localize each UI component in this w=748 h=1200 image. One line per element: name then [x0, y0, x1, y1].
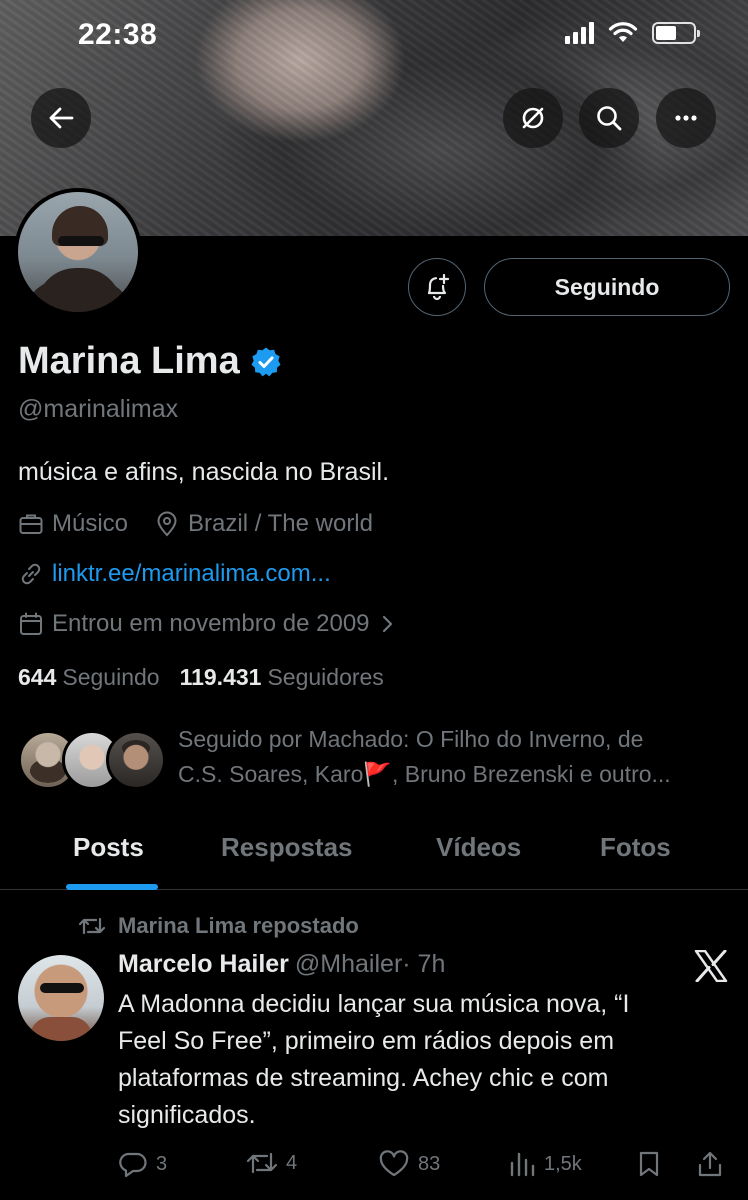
profile-joined-row[interactable]: Entrou em novembro de 2009: [18, 610, 404, 638]
profile-link[interactable]: linktr.ee/marinalima.com...: [52, 560, 331, 588]
views-count: 1,5k: [544, 1152, 582, 1175]
category-text: Músico: [52, 510, 129, 537]
repost-count: 4: [286, 1151, 298, 1174]
bar-chart-icon: [510, 1152, 535, 1177]
profile-meta-row: Músico Brazil / The world: [18, 510, 399, 538]
name-row: Marina Lima: [18, 340, 282, 383]
bookmark-icon: [639, 1151, 659, 1177]
profile-avatar[interactable]: [14, 188, 142, 316]
views-button[interactable]: 1,5k: [508, 1150, 582, 1178]
notifications-button[interactable]: [408, 258, 466, 316]
post-header: Marcelo Hailer @Mhailer · 7h: [118, 950, 445, 979]
reply-icon: [119, 1152, 147, 1178]
post-time: · 7h: [402, 950, 446, 978]
link-icon: [18, 561, 44, 587]
post-actions: 3 4 83 1,5k: [118, 1150, 730, 1182]
eye-slash-icon: [522, 107, 544, 129]
post-author-avatar[interactable]: [18, 955, 104, 1041]
heart-icon: [379, 1150, 409, 1177]
followers-label: Seguidores: [267, 664, 384, 690]
x-logo-icon: [694, 950, 728, 982]
tab-videos[interactable]: Vídeos: [436, 832, 521, 863]
wifi-icon: [608, 22, 638, 42]
reply-button[interactable]: 3: [118, 1150, 167, 1178]
share-button[interactable]: [696, 1150, 724, 1178]
search-icon: [597, 106, 622, 131]
display-name: Marina Lima: [18, 340, 240, 382]
location-text: Brazil / The world: [188, 510, 373, 537]
following-label: Seguindo: [62, 664, 160, 690]
profile-bio: música e afins, nascida no Brasil.: [18, 458, 390, 486]
profile-tabs: Posts Respostas Vídeos Fotos: [0, 820, 748, 890]
red-flag-emoji: 🚩: [363, 761, 392, 787]
repost-action-icon: [246, 1152, 278, 1174]
following-count: 644: [18, 664, 57, 690]
status-bar: 22:38: [0, 0, 748, 70]
verified-badge-icon[interactable]: [250, 346, 282, 378]
more-button[interactable]: [656, 88, 716, 148]
share-icon: [698, 1151, 722, 1177]
like-button[interactable]: 83: [378, 1150, 440, 1178]
repost-icon: [78, 917, 106, 935]
follower-avatar-3: [106, 730, 166, 790]
followed-by-text: Seguido por Machado: O Filho do Inverno,…: [178, 722, 728, 792]
more-icon: [675, 115, 697, 121]
joined-text: Entrou em novembro de 2009: [52, 610, 370, 637]
post-author-handle[interactable]: @Mhailer: [295, 950, 402, 979]
bell-plus-icon: [427, 273, 450, 301]
following-stat[interactable]: 644 Seguindo: [18, 664, 160, 691]
post-text-line3: plataformas de streaming. Achey chic e c…: [118, 1064, 609, 1092]
tab-posts[interactable]: Posts: [73, 832, 144, 863]
tab-replies[interactable]: Respostas: [221, 832, 353, 863]
followers-count: 119.431: [179, 664, 262, 690]
follow-stats: 644 Seguindo 119.431 Seguidores: [18, 664, 384, 691]
post-text: A Madonna decidiu lançar sua música nova…: [118, 986, 718, 1134]
followed-by-line2: C.S. Soares, Karo🚩, Bruno Brezenski e ou…: [178, 757, 728, 792]
profile-category: Músico: [18, 510, 128, 538]
search-button[interactable]: [579, 88, 639, 148]
cellular-signal-icon: [565, 22, 594, 44]
repost-indicator: Marina Lima repostado: [78, 913, 359, 939]
followed-by-row[interactable]: Seguido por Machado: O Filho do Inverno,…: [18, 722, 730, 800]
active-tab-indicator: [66, 884, 158, 890]
reply-count: 3: [156, 1152, 168, 1175]
followed-by-line2a: C.S. Soares, Karo: [178, 761, 364, 787]
bookmark-button[interactable]: [636, 1150, 662, 1178]
status-icons: [565, 22, 700, 44]
followers-stat[interactable]: 119.431 Seguidores: [180, 664, 384, 691]
post-text-line2: Feel So Free”, primeiro em rádios depois…: [118, 1027, 615, 1055]
followed-by-line1: Seguido por Machado: O Filho do Inverno,…: [178, 726, 644, 752]
repost-label: Marina Lima repostado: [118, 913, 359, 938]
followed-by-line2b: , Bruno Brezenski e outro...: [392, 761, 671, 787]
grok-button[interactable]: [503, 88, 563, 148]
post-text-line1: A Madonna decidiu lançar sua música nova…: [118, 990, 630, 1018]
following-button[interactable]: Seguindo: [484, 258, 730, 316]
profile-link-row: linktr.ee/marinalima.com...: [18, 560, 331, 588]
chevron-right-icon: [380, 613, 396, 635]
profile-location: Brazil / The world: [154, 510, 373, 538]
post-author-name[interactable]: Marcelo Hailer: [118, 950, 289, 979]
profile-handle: @marinalimax: [18, 395, 179, 423]
briefcase-icon: [18, 511, 44, 537]
back-button[interactable]: [31, 88, 91, 148]
battery-icon: [652, 22, 700, 44]
location-pin-icon: [154, 511, 180, 537]
status-time: 22:38: [78, 18, 158, 51]
post-text-line4: significados.: [118, 1101, 256, 1129]
tab-photos[interactable]: Fotos: [600, 832, 671, 863]
repost-button[interactable]: 4: [246, 1150, 297, 1176]
calendar-icon: [18, 611, 44, 637]
arrow-left-icon: [49, 107, 74, 129]
like-count: 83: [418, 1152, 441, 1175]
